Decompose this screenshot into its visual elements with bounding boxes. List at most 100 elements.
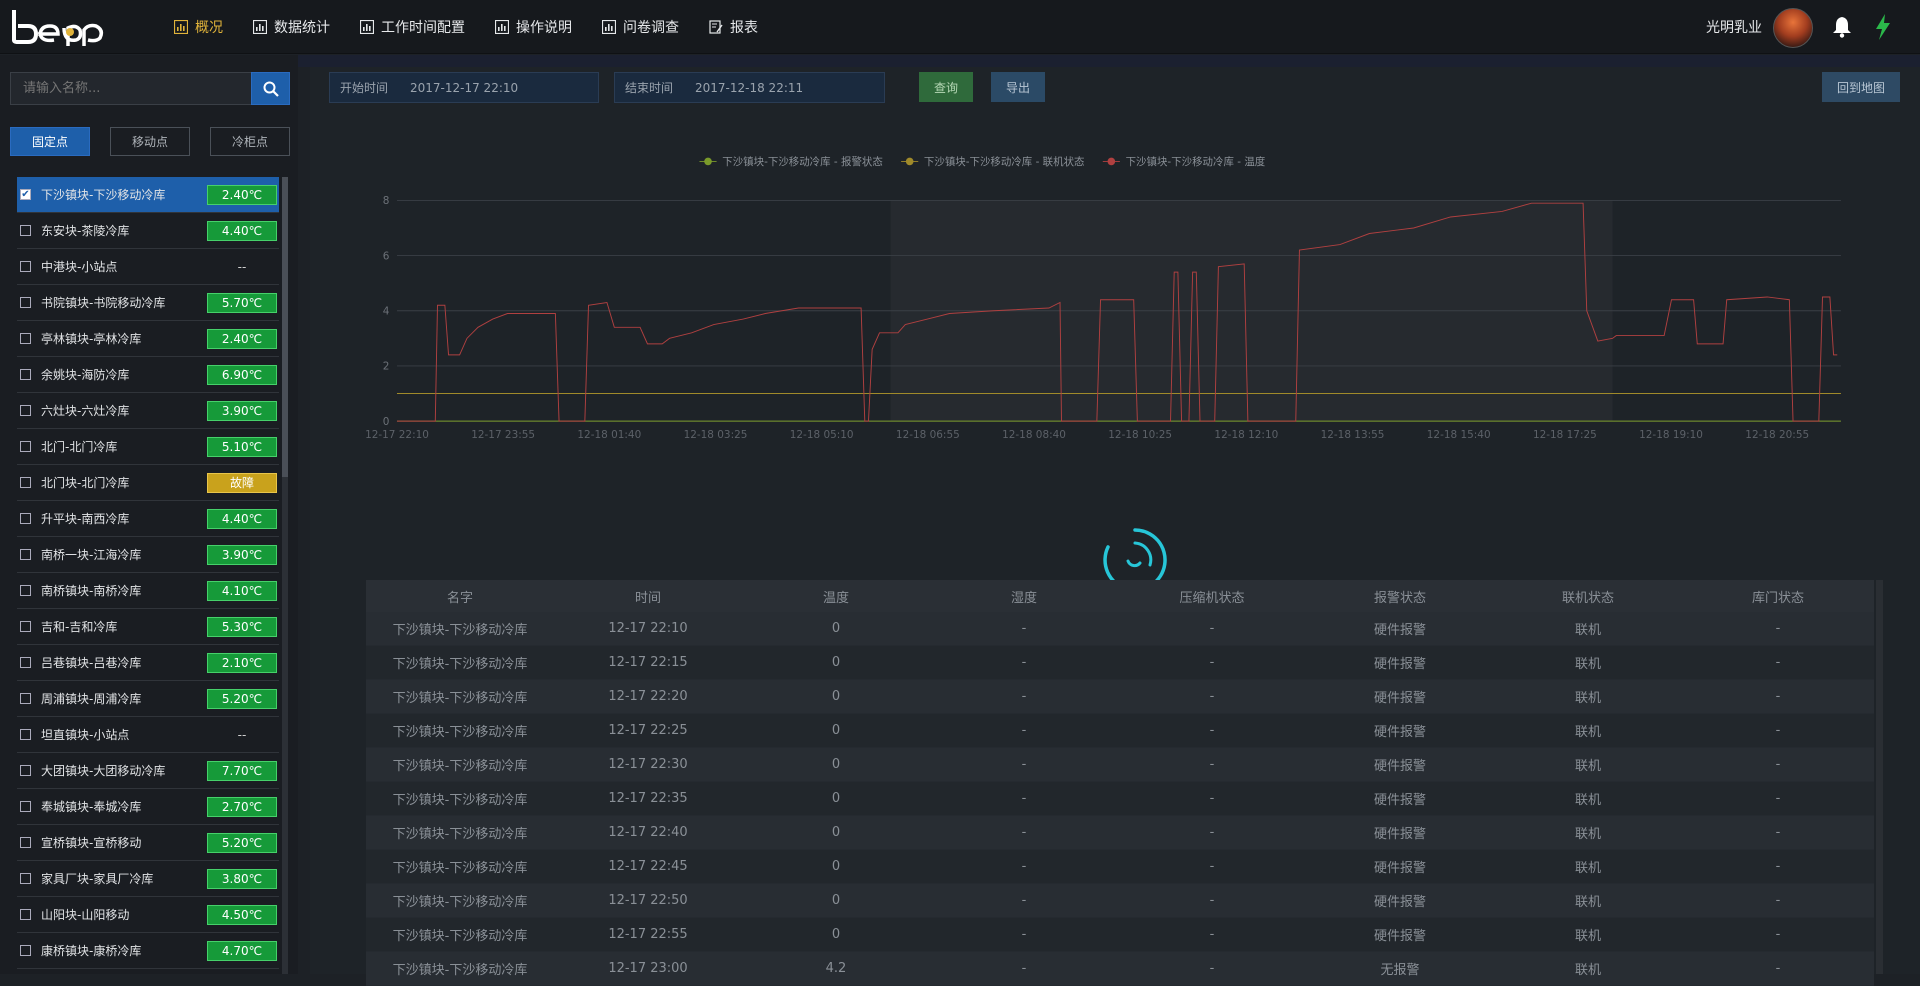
nav-item-3[interactable]: 操作说明 bbox=[495, 17, 572, 37]
checkbox[interactable] bbox=[20, 657, 31, 668]
site-list-item[interactable]: 家具厂块-家具厂冷库 3.80℃ bbox=[17, 861, 279, 897]
tab-mobile-point[interactable]: 移动点 bbox=[110, 127, 190, 156]
site-list-item[interactable]: 吉和-吉和冷库 5.30℃ bbox=[17, 609, 279, 645]
table-cell: 12-17 22:40 bbox=[608, 825, 688, 840]
checkbox[interactable] bbox=[20, 261, 31, 272]
power-bolt-icon[interactable] bbox=[1874, 14, 1892, 40]
table-cell: 下沙镇块-下沙移动冷库 bbox=[392, 963, 528, 978]
site-list-item[interactable]: 东安块-茶陵冷库 4.40℃ bbox=[17, 213, 279, 249]
table-scrollbar[interactable] bbox=[1876, 580, 1883, 974]
site-list-item[interactable]: 宣桥镇块-宣桥移动 5.20℃ bbox=[17, 825, 279, 861]
site-list-item[interactable]: 中港块-小站点 -- bbox=[17, 249, 279, 285]
site-list-item[interactable]: 奉城镇块-奉城冷库 2.70℃ bbox=[17, 789, 279, 825]
table-cell: 0 bbox=[831, 859, 841, 874]
x-tick-label: 12-17 22:10 bbox=[365, 429, 429, 441]
table-cell: - bbox=[1209, 723, 1215, 738]
site-list-item[interactable]: 升平块-南西冷库 4.40℃ bbox=[17, 501, 279, 537]
checkbox[interactable] bbox=[20, 945, 31, 956]
sidebar-scroll-thumb[interactable] bbox=[282, 177, 288, 477]
column-header[interactable]: 温度 bbox=[742, 580, 930, 612]
column-header[interactable]: 名字 bbox=[366, 580, 554, 612]
site-list-item[interactable]: 山阳块-山阳移动 4.50℃ bbox=[17, 897, 279, 933]
checkbox[interactable] bbox=[20, 477, 31, 488]
search-button[interactable] bbox=[251, 72, 290, 105]
checkbox[interactable] bbox=[20, 909, 31, 920]
table-cell: 联机 bbox=[1574, 759, 1601, 774]
start-time-field[interactable]: 开始时间 2017-12-17 22:10 bbox=[329, 72, 599, 103]
back-to-map-button[interactable]: 回到地图 bbox=[1822, 72, 1900, 102]
table-row: 下沙镇块-下沙移动冷库 12-17 22:35 0 - - 硬件报警 联机 - bbox=[366, 782, 1874, 816]
x-tick-label: 12-18 15:40 bbox=[1427, 429, 1491, 441]
site-list-item[interactable]: 北门-北门冷库 5.10℃ bbox=[17, 429, 279, 465]
search-icon bbox=[263, 81, 279, 97]
table-cell: 0 bbox=[831, 723, 841, 738]
site-list-item[interactable]: 南桥镇块-南桥冷库 4.10℃ bbox=[17, 573, 279, 609]
site-list-item[interactable]: 书院镇块-书院移动冷库 5.70℃ bbox=[17, 285, 279, 321]
site-list-item[interactable]: 北门块-北门冷库 故障 bbox=[17, 465, 279, 501]
table-cell: - bbox=[1021, 961, 1027, 976]
checkbox[interactable] bbox=[20, 729, 31, 740]
site-list-item[interactable]: 周浦镇块-周浦冷库 5.20℃ bbox=[17, 681, 279, 717]
table-cell: 硬件报警 bbox=[1373, 827, 1426, 842]
table-cell: - bbox=[1209, 655, 1215, 670]
table-cell: 联机 bbox=[1574, 793, 1601, 808]
nav-item-2[interactable]: 工作时间配置 bbox=[360, 17, 465, 37]
checkbox[interactable] bbox=[20, 405, 31, 416]
checkbox[interactable] bbox=[20, 225, 31, 236]
nav-item-4[interactable]: 问卷调查 bbox=[602, 17, 679, 37]
column-header[interactable]: 湿度 bbox=[930, 580, 1118, 612]
export-button[interactable]: 导出 bbox=[991, 72, 1045, 102]
brand-logo[interactable] bbox=[10, 6, 106, 46]
nav-item-1[interactable]: 数据统计 bbox=[253, 17, 330, 37]
site-list-item[interactable]: 亭林镇块-亭林冷库 2.40℃ bbox=[17, 321, 279, 357]
nav-label: 工作时间配置 bbox=[381, 20, 465, 36]
column-header[interactable]: 压缩机状态 bbox=[1118, 580, 1306, 612]
column-header[interactable]: 联机状态 bbox=[1494, 580, 1682, 612]
user-name[interactable]: 光明乳业 bbox=[1706, 17, 1762, 37]
site-list-item[interactable]: 六灶块-六灶冷库 3.90℃ bbox=[17, 393, 279, 429]
table-row: 下沙镇块-下沙移动冷库 12-17 22:40 0 - - 硬件报警 联机 - bbox=[366, 816, 1874, 850]
avatar[interactable] bbox=[1773, 8, 1813, 48]
site-list-item[interactable]: 大团镇块-大团移动冷库 7.70℃ bbox=[17, 753, 279, 789]
site-list-item[interactable]: 南桥一块-江海冷库 3.90℃ bbox=[17, 537, 279, 573]
checkbox[interactable] bbox=[20, 621, 31, 632]
column-header[interactable]: 时间 bbox=[554, 580, 742, 612]
checkbox[interactable] bbox=[20, 441, 31, 452]
tab-freezer-point[interactable]: 冷柜点 bbox=[210, 127, 290, 156]
table-cell: - bbox=[1021, 621, 1027, 636]
checkbox[interactable] bbox=[20, 297, 31, 308]
sidebar-scrollbar[interactable] bbox=[282, 177, 288, 974]
column-header[interactable]: 库门状态 bbox=[1682, 580, 1874, 612]
site-list-item[interactable]: 吕巷镇块-吕巷冷库 2.10℃ bbox=[17, 645, 279, 681]
site-list-item[interactable]: 余姚块-海防冷库 6.90℃ bbox=[17, 357, 279, 393]
table-cell: - bbox=[1021, 689, 1027, 704]
checkbox[interactable] bbox=[20, 585, 31, 596]
checkbox[interactable] bbox=[20, 873, 31, 884]
bar-chart-icon bbox=[253, 20, 267, 34]
site-list-item[interactable]: ✔ 下沙镇块-下沙移动冷库 2.40℃ bbox=[17, 177, 279, 213]
table-cell: - bbox=[1209, 961, 1215, 976]
query-button[interactable]: 查询 bbox=[919, 72, 973, 102]
checkbox[interactable] bbox=[20, 801, 31, 812]
checkbox[interactable] bbox=[20, 837, 31, 848]
checkbox[interactable] bbox=[20, 549, 31, 560]
site-list-item[interactable]: 坦直镇块-小站点 -- bbox=[17, 717, 279, 753]
checkbox[interactable] bbox=[20, 765, 31, 776]
checkbox[interactable]: ✔ bbox=[20, 189, 31, 200]
temperature-badge: 7.70℃ bbox=[207, 760, 277, 781]
tab-fixed-point[interactable]: 固定点 bbox=[10, 127, 90, 156]
nav-item-0[interactable]: 概况 bbox=[174, 17, 223, 37]
end-time-label: 结束时间 bbox=[625, 81, 674, 95]
table-cell: - bbox=[1209, 825, 1215, 840]
checkbox[interactable] bbox=[20, 693, 31, 704]
legend-marker bbox=[1107, 157, 1116, 166]
nav-item-5[interactable]: 报表 bbox=[709, 17, 758, 37]
site-list-item[interactable]: 康桥镇块-康桥冷库 4.70℃ bbox=[17, 933, 279, 969]
search-input[interactable] bbox=[10, 72, 252, 105]
checkbox[interactable] bbox=[20, 333, 31, 344]
checkbox[interactable] bbox=[20, 369, 31, 380]
column-header[interactable]: 报警状态 bbox=[1306, 580, 1494, 612]
checkbox[interactable] bbox=[20, 513, 31, 524]
bell-icon[interactable] bbox=[1832, 16, 1852, 38]
end-time-field[interactable]: 结束时间 2017-12-18 22:11 bbox=[614, 72, 885, 103]
